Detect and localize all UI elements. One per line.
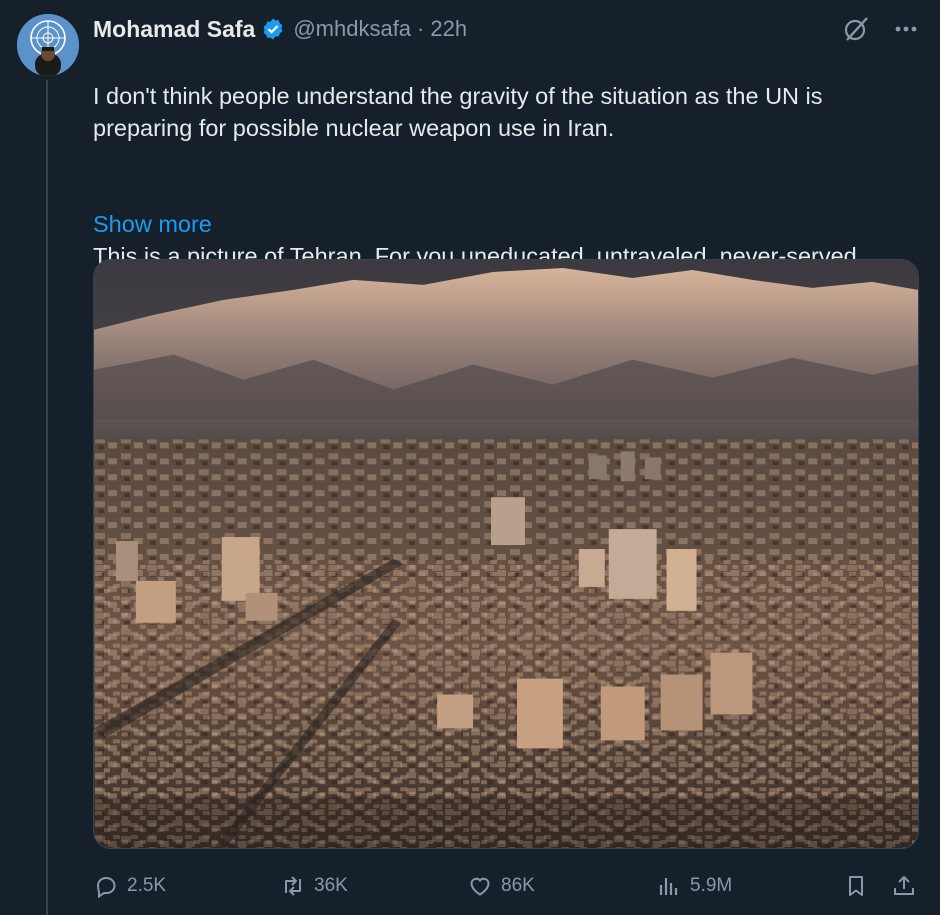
author-handle[interactable]: @mhdksafa [293,16,411,42]
bookmark-icon [849,876,863,896]
repost-count: 36K [314,875,348,896]
repost-icon [285,876,301,896]
grok-icon[interactable] [842,15,870,43]
like-count: 86K [501,875,535,896]
tweet-time[interactable]: 22h [430,16,467,42]
tehran-cityscape-image [94,260,918,848]
bookmark-button[interactable] [843,873,869,899]
reply-count: 2.5K [127,875,167,896]
reply-button[interactable]: 2.5K [93,873,166,899]
thread-line [46,80,48,915]
repost-button[interactable]: 36K [280,873,348,899]
views-chart-icon [659,878,678,895]
views-count: 5.9M [690,875,733,896]
tweet-photo-tehran[interactable] [93,259,919,849]
reply-icon [96,876,116,899]
like-button[interactable]: 86K [467,873,535,899]
author-name[interactable]: Mohamad Safa [93,16,255,43]
avatar[interactable] [17,14,79,76]
tweet-header: Mohamad Safa @mhdksafa · 22h [93,12,920,46]
more-icon[interactable] [892,15,920,43]
verified-badge-icon [263,18,283,40]
share-icon [894,876,914,895]
heart-icon [470,877,490,896]
tweet-paragraph-1: I don't think people understand the grav… [93,83,823,141]
tweet-actions: 2.5K 36K 86K 5.9M [93,868,923,904]
views-button[interactable]: 5.9M [656,873,732,899]
show-more-link[interactable]: Show more [93,208,212,240]
dot-separator: · [417,16,425,41]
share-button[interactable] [891,873,917,899]
un-emblem-avatar [17,14,79,76]
